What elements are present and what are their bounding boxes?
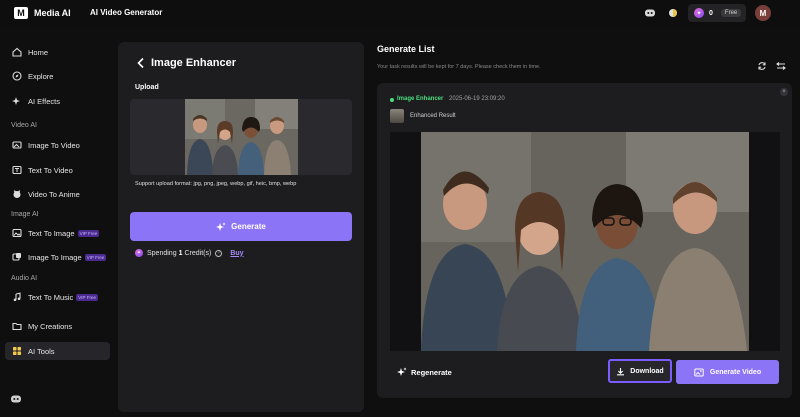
generate-video-button[interactable]: Generate Video [676, 360, 779, 384]
sparkle-icon [12, 96, 22, 106]
theme-toggle-icon[interactable] [667, 7, 679, 19]
spending-amount: 1 [178, 249, 183, 257]
sidebar-item-label: AI Tools [28, 346, 55, 356]
spending-prefix: Spending [147, 249, 177, 257]
sidebar-item-image-to-video[interactable]: Image To Video [5, 136, 110, 154]
image-enhancer-panel: Image Enhancer Upload Support upload for… [118, 42, 364, 412]
sidebar-item-text-to-image[interactable]: Text To Image VIP Free [5, 224, 110, 242]
generate-video-label: Generate Video [709, 368, 762, 376]
uploaded-image-thumbnail [185, 99, 298, 175]
image-video-icon [12, 140, 22, 150]
sidebar-item-label: Image To Image [28, 252, 82, 262]
buy-link[interactable]: Buy [230, 250, 243, 257]
result-card: × Image Enhancer 2025-06-19 23:09:20 Enh… [377, 83, 792, 398]
info-icon[interactable]: ? [215, 249, 223, 257]
sidebar-item-label: Image To Video [28, 140, 80, 150]
brand-name: Media AI [34, 8, 71, 18]
credit-coin-icon: ✦ [694, 8, 704, 18]
sidebar-item-video-to-anime[interactable]: Video To Anime [5, 185, 110, 203]
close-icon[interactable]: × [780, 88, 788, 96]
sparkle-icon [397, 367, 407, 377]
credit-coin-icon: ✦ [135, 249, 143, 257]
result-label: Enhanced Result [410, 113, 456, 119]
enhanced-image [421, 132, 749, 351]
generate-list-title: Generate List [377, 44, 435, 54]
sidebar-item-ai-effects[interactable]: AI Effects [5, 92, 110, 110]
vip-badge: VIP Free [84, 253, 107, 261]
sidebar-item-label: Explore [28, 71, 54, 81]
result-thumbnail [390, 109, 404, 123]
sidebar-item-label: AI Effects [28, 96, 60, 106]
sidebar-item-text-to-music[interactable]: Text To Music VIP Free [5, 288, 110, 306]
discord-icon[interactable] [644, 7, 656, 19]
sidebar-item-ai-tools[interactable]: AI Tools [5, 342, 110, 360]
credit-count: 0 [709, 9, 713, 17]
generate-button-label: Generate [231, 222, 266, 231]
spending-info: ✦ Spending 1 Credit(s) ? Buy [135, 249, 244, 257]
sidebar-item-label: Video To Anime [28, 189, 80, 199]
sidebar-item-label: Text To Music [28, 292, 74, 302]
upload-label: Upload [135, 84, 159, 91]
text-image-icon [12, 228, 22, 238]
vip-badge: VIP Free [76, 293, 98, 301]
free-badge: Free [720, 9, 742, 17]
sidebar-item-home[interactable]: Home [5, 43, 110, 61]
section-label-video-ai: Video AI [11, 122, 37, 129]
collapse-icon[interactable] [776, 61, 786, 71]
sparkle-icon [216, 222, 226, 232]
download-label: Download [630, 367, 664, 375]
text-video-icon [12, 165, 22, 175]
sidebar-item-label: Home [28, 47, 49, 57]
sidebar: Home Explore AI Effects Video AI Image T… [0, 27, 116, 417]
sidebar-item-label: Text To Video [28, 165, 73, 175]
generate-button[interactable]: Generate [130, 212, 352, 241]
avatar[interactable]: M [755, 5, 771, 21]
upload-dropzone[interactable] [130, 99, 352, 175]
refresh-icon[interactable] [757, 61, 767, 71]
result-timestamp: 2025-06-19 23:09:20 [449, 96, 505, 102]
download-button[interactable]: Download [608, 359, 672, 383]
status-dot-icon [390, 98, 394, 102]
grid-icon [12, 346, 22, 356]
compass-icon [12, 71, 22, 81]
download-icon [616, 367, 625, 376]
page-title: Image Enhancer [151, 57, 236, 69]
folder-icon [12, 321, 22, 331]
credits-pill[interactable]: ✦ 0 Free [688, 4, 746, 22]
home-icon [12, 47, 22, 57]
generate-list-subtitle: Your task results will be kept for 7 day… [377, 64, 541, 70]
image-image-icon [12, 252, 22, 262]
sidebar-item-explore[interactable]: Explore [5, 67, 110, 85]
music-icon [12, 292, 22, 302]
sidebar-item-image-to-image[interactable]: Image To Image VIP Free [5, 248, 110, 266]
regenerate-button[interactable]: Regenerate [397, 367, 452, 377]
sidebar-item-text-to-video[interactable]: Text To Video [5, 161, 110, 179]
sidebar-item-label: My Creations [28, 321, 73, 331]
section-label-image-ai: Image AI [11, 211, 39, 218]
app-title[interactable]: AI Video Generator [90, 8, 162, 17]
logo-icon[interactable]: M [14, 7, 28, 19]
regenerate-label: Regenerate [411, 367, 452, 377]
video-icon [694, 368, 704, 377]
spending-suffix: Credit(s) [184, 249, 212, 257]
sidebar-item-label: Text To Image [28, 228, 75, 238]
top-bar: M Media AI AI Video Generator ✦ 0 Free M [0, 0, 800, 27]
discord-icon[interactable] [10, 394, 22, 406]
support-format-text: Support upload format: jpg, png, jpeg, w… [135, 181, 297, 187]
sidebar-item-my-creations[interactable]: My Creations [5, 317, 110, 335]
section-label-audio-ai: Audio AI [11, 275, 38, 282]
anime-icon [12, 189, 22, 199]
vip-badge: VIP Free [77, 229, 100, 237]
result-status: Image Enhancer [397, 96, 444, 102]
result-preview[interactable] [390, 132, 780, 351]
back-arrow-icon[interactable] [136, 57, 146, 69]
